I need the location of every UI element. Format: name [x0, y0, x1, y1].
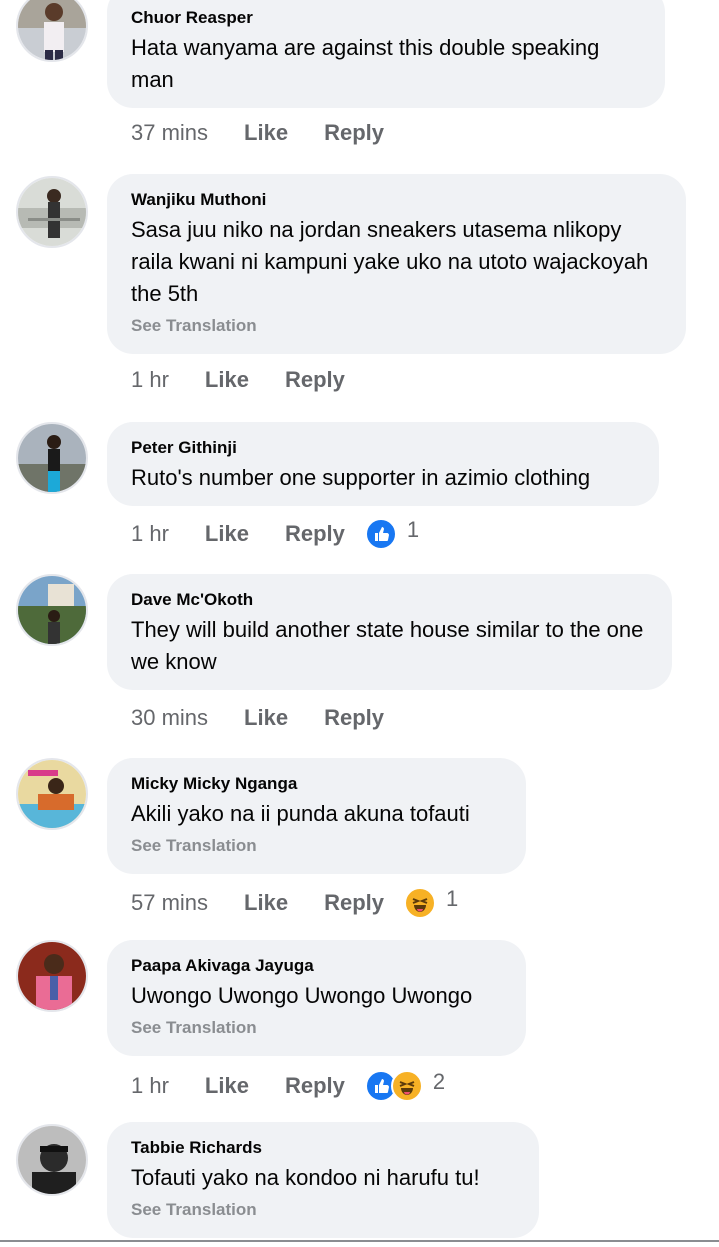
comment-author[interactable]: Peter Githinji	[131, 438, 635, 458]
comment-time[interactable]: 1 hr	[131, 367, 169, 393]
see-translation-link[interactable]: See Translation	[131, 836, 502, 856]
comment-author[interactable]: Tabbie Richards	[131, 1138, 515, 1158]
reaction-summary[interactable]: 1	[364, 517, 420, 550]
comment-author[interactable]: Dave Mc'Okoth	[131, 590, 648, 610]
comment-actions: 1 hr Like Reply 2	[131, 1069, 446, 1102]
avatar[interactable]	[16, 422, 88, 494]
comment-actions: 1 hr Like Reply 1	[131, 517, 420, 550]
comment-bubble: Dave Mc'Okoth They will build another st…	[107, 574, 672, 690]
comment-author[interactable]: Paapa Akivaga Jayuga	[131, 956, 502, 976]
comment-text: Tofauti yako na kondoo ni harufu tu!	[131, 1165, 480, 1190]
comment-text: Ruto's number one supporter in azimio cl…	[131, 465, 591, 490]
reaction-count: 2	[432, 1069, 446, 1094]
reaction-summary[interactable]: 1	[404, 886, 459, 919]
comment-author[interactable]: Micky Micky Nganga	[131, 774, 502, 794]
reply-button[interactable]: Reply	[285, 367, 345, 393]
comment-bubble: Tabbie Richards Tofauti yako na kondoo n…	[107, 1122, 539, 1238]
avatar[interactable]	[16, 1124, 88, 1196]
avatar[interactable]	[16, 176, 88, 248]
haha-icon	[404, 887, 436, 919]
divider	[0, 1240, 719, 1242]
comment-time[interactable]: 1 hr	[131, 521, 169, 547]
see-translation-link[interactable]: See Translation	[131, 1018, 502, 1038]
avatar[interactable]	[16, 758, 88, 830]
comment-bubble: Wanjiku Muthoni Sasa juu niko na jordan …	[107, 174, 686, 354]
comment-time[interactable]: 1 hr	[131, 1073, 169, 1099]
like-button[interactable]: Like	[205, 1073, 249, 1099]
like-button[interactable]: Like	[205, 367, 249, 393]
reaction-count: 1	[446, 886, 459, 911]
reaction-summary[interactable]: 2	[364, 1069, 446, 1102]
like-button[interactable]: Like	[244, 120, 288, 146]
comment-actions: 57 mins Like Reply 1	[131, 886, 459, 919]
comment-time[interactable]: 30 mins	[131, 705, 208, 731]
like-button[interactable]: Like	[244, 890, 288, 916]
avatar[interactable]	[16, 0, 88, 62]
like-icon	[364, 518, 397, 550]
comment-bubble: Micky Micky Nganga Akili yako na ii pund…	[107, 758, 526, 874]
reply-button[interactable]: Reply	[324, 890, 384, 916]
haha-icon	[390, 1070, 423, 1102]
comment-actions: 30 mins Like Reply	[131, 705, 420, 731]
comment-bubble: Paapa Akivaga Jayuga Uwongo Uwongo Uwong…	[107, 940, 526, 1056]
reply-button[interactable]: Reply	[324, 705, 384, 731]
comment-text: They will build another state house simi…	[131, 617, 644, 674]
comment-text: Akili yako na ii punda akuna tofauti	[131, 801, 470, 826]
comment-text: Hata wanyama are against this double spe…	[131, 35, 600, 92]
comment-author[interactable]: Wanjiku Muthoni	[131, 190, 662, 210]
see-translation-link[interactable]: See Translation	[131, 1200, 515, 1220]
comment-time[interactable]: 57 mins	[131, 890, 208, 916]
avatar[interactable]	[16, 940, 88, 1012]
like-button[interactable]: Like	[205, 521, 249, 547]
comment-text: Uwongo Uwongo Uwongo Uwongo	[131, 983, 473, 1008]
comment-time[interactable]: 37 mins	[131, 120, 208, 146]
reply-button[interactable]: Reply	[324, 120, 384, 146]
comment-author[interactable]: Chuor Reasper	[131, 8, 641, 28]
like-button[interactable]: Like	[244, 705, 288, 731]
comment-bubble: Peter Githinji Ruto's number one support…	[107, 422, 659, 506]
comment-bubble: Chuor Reasper Hata wanyama are against t…	[107, 0, 665, 108]
reaction-count: 1	[406, 517, 420, 542]
avatar[interactable]	[16, 574, 88, 646]
reply-button[interactable]: Reply	[285, 1073, 345, 1099]
reply-button[interactable]: Reply	[285, 521, 345, 547]
comment-text: Sasa juu niko na jordan sneakers utasema…	[131, 217, 649, 306]
comment-actions: 1 hr Like Reply	[131, 367, 381, 393]
comment-actions: 37 mins Like Reply	[131, 120, 420, 146]
see-translation-link[interactable]: See Translation	[131, 316, 662, 336]
